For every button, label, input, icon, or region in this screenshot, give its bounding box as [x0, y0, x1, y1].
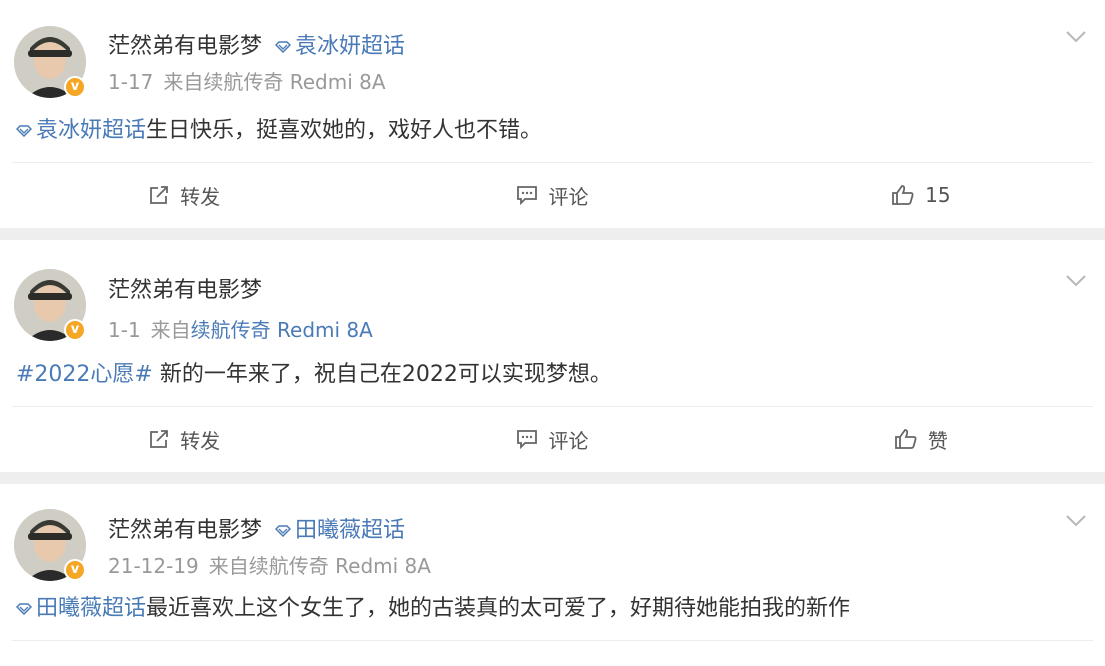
author-row: 茫然弟有电影梦 — [108, 272, 262, 304]
comment-label: 评论 — [548, 184, 589, 209]
like-count: 15 — [925, 183, 951, 207]
post-card: v 茫然弟有电影梦 1-1 来自续航传奇 Redmi 8A #2022心愿# 新的… — [0, 240, 1105, 472]
post-separator — [0, 228, 1105, 240]
topic-link[interactable]: 袁冰妍超话 — [275, 34, 405, 59]
action-bar: 转发 评论 15 — [0, 163, 1105, 227]
post-meta: 1-17 来自续航传奇 Redmi 8A — [108, 66, 386, 95]
like-button[interactable]: 15 — [737, 183, 1105, 207]
thumbs-up-icon — [892, 185, 914, 205]
comment-button[interactable]: 评论 — [368, 425, 736, 454]
weibo-feed: v 茫然弟有电影梦 袁冰妍超话 1-17 来自续航传奇 Redmi 8A 袁冰妍超… — [0, 0, 1105, 666]
post-card: v 茫然弟有电影梦 田曦薇超话 21-12-19 来自续航传奇 Redmi 8A … — [0, 484, 1105, 666]
post-header: v 茫然弟有电影梦 田曦薇超话 21-12-19 来自续航传奇 Redmi 8A — [0, 484, 1105, 594]
post-meta: 21-12-19 来自续航传奇 Redmi 8A — [108, 550, 431, 579]
post-content: 田曦薇超话最近喜欢上这个女生了，她的古装真的太可爱了，好期待她能拍我的新作 — [0, 594, 1105, 640]
content-topic-link[interactable]: 袁冰妍超话 — [16, 118, 146, 143]
divider — [12, 640, 1093, 641]
action-bar: 转发 评论 赞 — [0, 407, 1105, 471]
content-topic-label: 袁冰妍超话 — [36, 118, 147, 143]
verified-badge-icon: v — [64, 76, 86, 98]
post-source-prefix: 来自 — [163, 70, 204, 94]
content-topic-label: 田曦薇超话 — [36, 596, 147, 621]
chevron-down-icon[interactable] — [1065, 30, 1087, 44]
post-separator — [0, 472, 1105, 484]
post-content: 袁冰妍超话生日快乐，挺喜欢她的，戏好人也不错。 — [0, 100, 1105, 162]
post-source: 续航传奇 Redmi 8A — [248, 554, 431, 578]
topic-tag-label: 田曦薇超话 — [295, 518, 406, 543]
author-name[interactable]: 茫然弟有电影梦 — [108, 518, 262, 543]
post-source-link[interactable]: 续航传奇 Redmi 8A — [191, 318, 373, 342]
author-name[interactable]: 茫然弟有电影梦 — [108, 34, 262, 59]
content-text: 新的一年来了，祝自己在2022可以实现梦想。 — [152, 362, 612, 387]
content-topic-link[interactable]: 田曦薇超话 — [16, 596, 146, 621]
post-meta: 1-1 来自续航传奇 Redmi 8A — [108, 314, 373, 343]
post-source-prefix: 来自 — [150, 318, 191, 342]
verified-badge-icon: v — [64, 559, 86, 581]
topic-tag-label: 袁冰妍超话 — [295, 34, 406, 59]
content-text: 最近喜欢上这个女生了，她的古装真的太可爱了，好期待她能拍我的新作 — [146, 596, 851, 621]
post-card: v 茫然弟有电影梦 袁冰妍超话 1-17 来自续航传奇 Redmi 8A 袁冰妍超… — [0, 0, 1105, 228]
post-date: 21-12-19 — [108, 554, 199, 578]
post-header: v 茫然弟有电影梦 1-1 来自续航传奇 Redmi 8A — [0, 240, 1105, 350]
comment-label: 评论 — [548, 428, 589, 453]
author-row: 茫然弟有电影梦 袁冰妍超话 — [108, 28, 405, 60]
diamond-icon — [275, 525, 292, 537]
diamond-icon — [275, 41, 292, 53]
repost-label: 转发 — [180, 428, 221, 453]
like-button[interactable]: 赞 — [737, 425, 1105, 454]
verified-badge-icon: v — [64, 319, 86, 341]
chevron-down-icon[interactable] — [1065, 514, 1087, 528]
comment-button[interactable]: 评论 — [368, 181, 736, 210]
author-name[interactable]: 茫然弟有电影梦 — [108, 278, 262, 303]
comment-icon — [517, 430, 538, 449]
content-text: 生日快乐，挺喜欢她的，戏好人也不错。 — [146, 118, 543, 143]
topic-link[interactable]: 田曦薇超话 — [275, 518, 405, 543]
comment-icon — [517, 186, 538, 205]
post-header: v 茫然弟有电影梦 袁冰妍超话 1-17 来自续航传奇 Redmi 8A — [0, 0, 1105, 100]
post-date: 1-17 — [108, 70, 154, 94]
post-content: #2022心愿# 新的一年来了，祝自己在2022可以实现梦想。 — [0, 350, 1105, 406]
like-label: 赞 — [927, 428, 948, 453]
post-source: 续航传奇 Redmi 8A — [203, 70, 386, 94]
content-hashtag-link[interactable]: #2022心愿# — [16, 362, 153, 387]
author-row: 茫然弟有电影梦 田曦薇超话 — [108, 512, 405, 544]
repost-label: 转发 — [180, 184, 221, 209]
repost-icon — [150, 430, 169, 448]
repost-icon — [150, 186, 169, 204]
diamond-icon — [16, 603, 32, 615]
post-date: 1-1 — [108, 318, 141, 342]
post-source-prefix: 来自 — [208, 554, 249, 578]
chevron-down-icon[interactable] — [1065, 274, 1087, 288]
repost-button[interactable]: 转发 — [0, 425, 368, 454]
repost-button[interactable]: 转发 — [0, 181, 368, 210]
diamond-icon — [16, 125, 32, 137]
thumbs-up-icon — [894, 429, 917, 449]
